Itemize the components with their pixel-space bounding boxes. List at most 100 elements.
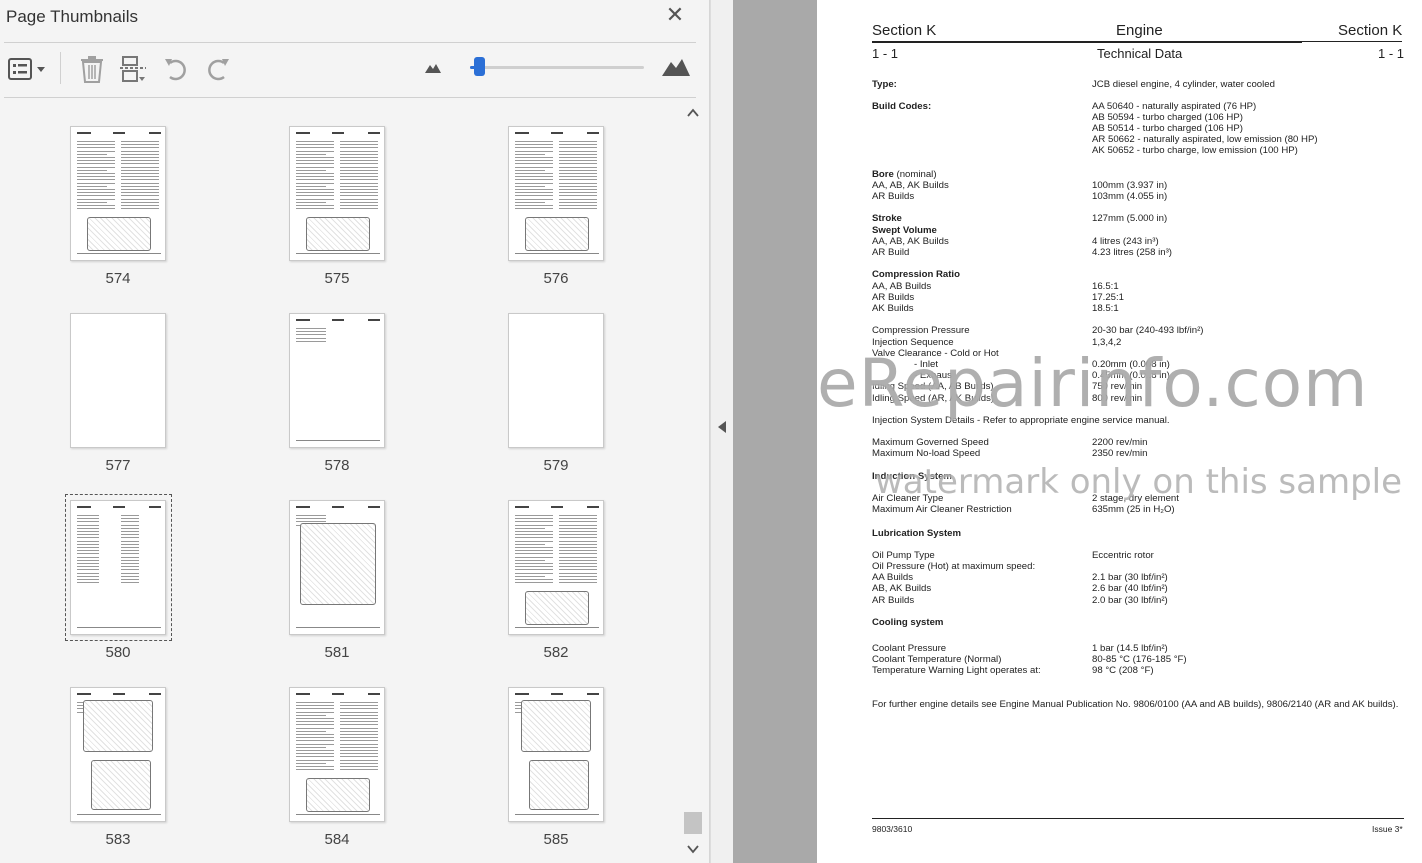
zoom-out-icon[interactable] <box>424 62 442 74</box>
spec-label: Type: <box>872 79 897 90</box>
thumbnail-page-preview <box>289 126 385 261</box>
page-thumbnail[interactable]: 582 <box>456 474 656 661</box>
spec-label: - Inlet <box>914 359 938 370</box>
spec-value: 2.6 bar (40 lbf/in²) <box>1092 583 1168 594</box>
panel-title: Page Thumbnails <box>6 7 138 26</box>
toolbar-divider <box>60 52 61 84</box>
thumbnail-page-number: 575 <box>324 270 350 287</box>
collapse-panel-icon[interactable] <box>718 421 726 433</box>
spec-label: Oil Pump Type <box>872 550 935 561</box>
spec-label: AR Builds <box>872 292 915 303</box>
spec-label: Injection System Details - Refer to appr… <box>872 415 1170 426</box>
thumbnail-page-preview <box>289 500 385 635</box>
spec-label: Oil Pressure (Hot) at maximum speed: <box>872 561 1036 572</box>
thumbnail-page-number: 574 <box>105 270 131 287</box>
spec-label: Cooling system <box>872 617 944 628</box>
thumbnail-options-button[interactable] <box>6 54 48 84</box>
scroll-down-icon[interactable] <box>685 842 701 856</box>
spec-value: 2200 rev/min <box>1092 437 1148 448</box>
spec-value: 2.0 bar (30 lbf/in²) <box>1092 595 1168 606</box>
header-page-right: 1 - 1 <box>1378 46 1405 61</box>
thumbnail-page-preview <box>289 313 385 448</box>
thumbnail-page-preview <box>508 126 604 261</box>
thumbnail-grid: 574 575 576 577 578 579 580 581 582 583 584 585 <box>8 100 680 860</box>
spec-label: For further engine details see Engine Ma… <box>872 699 1399 710</box>
thumbnail-page-number: 579 <box>543 457 569 474</box>
spec-value: 4.23 litres (258 in³) <box>1092 247 1172 258</box>
spec-label: Bore (nominal) <box>872 169 937 180</box>
page-thumbnail[interactable]: 583 <box>18 661 218 848</box>
spec-label: AA Builds <box>872 572 914 583</box>
divider <box>4 42 696 43</box>
spec-label: Maximum No-load Speed <box>872 448 981 459</box>
thumbnail-page-number: 578 <box>324 457 350 474</box>
page-thumbnail[interactable]: 575 <box>237 100 437 287</box>
rotate-counterclockwise-button[interactable] <box>160 54 192 84</box>
extract-pages-button[interactable] <box>117 54 149 84</box>
spec-label: AB, AK Builds <box>872 583 932 594</box>
spec-value: 4 litres (243 in³) <box>1092 236 1159 247</box>
zoom-in-icon[interactable] <box>661 57 691 77</box>
spec-value: 2 stage, dry element <box>1092 493 1179 504</box>
spec-label: AR Builds <box>872 191 915 202</box>
page-thumbnail[interactable]: 579 <box>456 287 656 474</box>
document-background <box>733 0 817 863</box>
spec-value: 16.5:1 <box>1092 281 1119 292</box>
page-thumbnail[interactable]: 584 <box>237 661 437 848</box>
spec-value: 127mm (5.000 in) <box>1092 213 1168 224</box>
spec-value: AA 50640 - naturally aspirated (76 HP) <box>1092 101 1257 112</box>
thumbnail-page-preview <box>508 687 604 822</box>
spec-value: 100mm (3.937 in) <box>1092 180 1168 191</box>
spec-value: 750 rev/min <box>1092 381 1143 392</box>
thumbnail-page-preview <box>508 313 604 448</box>
spec-label: Maximum Air Cleaner Restriction <box>872 504 1012 515</box>
spec-label: Build Codes: <box>872 101 932 112</box>
page-thumbnail[interactable]: 577 <box>18 287 218 474</box>
close-icon[interactable]: ✕ <box>664 4 686 26</box>
page-thumbnail[interactable]: 580 <box>18 474 218 661</box>
spec-value: 20-30 bar (240-493 lbf/in²) <box>1092 325 1204 336</box>
scroll-up-icon[interactable] <box>685 106 701 120</box>
spec-label: Lubrication System <box>872 528 962 539</box>
scroll-thumb[interactable] <box>684 812 702 834</box>
thumbnail-page-number: 585 <box>543 831 569 848</box>
spec-label: Maximum Governed Speed <box>872 437 989 448</box>
panel-splitter[interactable] <box>710 0 733 863</box>
spec-value: 1 bar (14.5 lbf/in²) <box>1092 643 1168 654</box>
footer-rule <box>872 818 1404 819</box>
spec-value: JCB diesel engine, 4 cylinder, water coo… <box>1092 79 1275 90</box>
page-thumbnail[interactable]: 581 <box>237 474 437 661</box>
spec-label: Air Cleaner Type <box>872 493 944 504</box>
thumbnail-page-preview <box>70 313 166 448</box>
rotate-clockwise-button[interactable] <box>202 54 234 84</box>
spec-label: Stroke <box>872 213 902 224</box>
thumbnail-page-preview <box>70 500 166 635</box>
delete-icon <box>81 56 103 83</box>
header-rule <box>872 41 1302 43</box>
thumbnail-page-number: 576 <box>543 270 569 287</box>
zoom-slider-thumb[interactable] <box>473 57 485 76</box>
thumbnail-page-number: 577 <box>105 457 131 474</box>
thumbnail-page-number: 582 <box>543 644 569 661</box>
spec-value: Eccentric rotor <box>1092 550 1154 561</box>
delete-button[interactable] <box>76 54 108 84</box>
zoom-slider-track[interactable] <box>470 66 644 69</box>
spec-value: 800 rev/min <box>1092 393 1143 404</box>
page-thumbnail[interactable]: 578 <box>237 287 437 474</box>
spec-label: Injection Sequence <box>872 337 954 348</box>
page-thumbnail[interactable]: 574 <box>18 100 218 287</box>
spec-label: Coolant Temperature (Normal) <box>872 654 1002 665</box>
thumbnail-page-number: 584 <box>324 831 350 848</box>
spec-value: 0.20mm (0.008 in) <box>1092 359 1170 370</box>
spec-value: AB 50514 - turbo charged (106 HP) <box>1092 123 1243 134</box>
page-thumbnail[interactable]: 576 <box>456 100 656 287</box>
thumbnail-scrollbar[interactable] <box>683 100 703 860</box>
thumbnail-page-preview <box>70 126 166 261</box>
footer-issue: Issue 3* <box>1372 824 1403 834</box>
page-thumbnail[interactable]: 585 <box>456 661 656 848</box>
header-subtitle: Technical Data <box>1097 46 1183 61</box>
spec-label: AA, AB, AK Builds <box>872 180 949 191</box>
spec-value: 98 °C (208 °F) <box>1092 665 1154 676</box>
thumbnail-page-preview <box>289 687 385 822</box>
spec-label: Swept Volume <box>872 225 937 236</box>
